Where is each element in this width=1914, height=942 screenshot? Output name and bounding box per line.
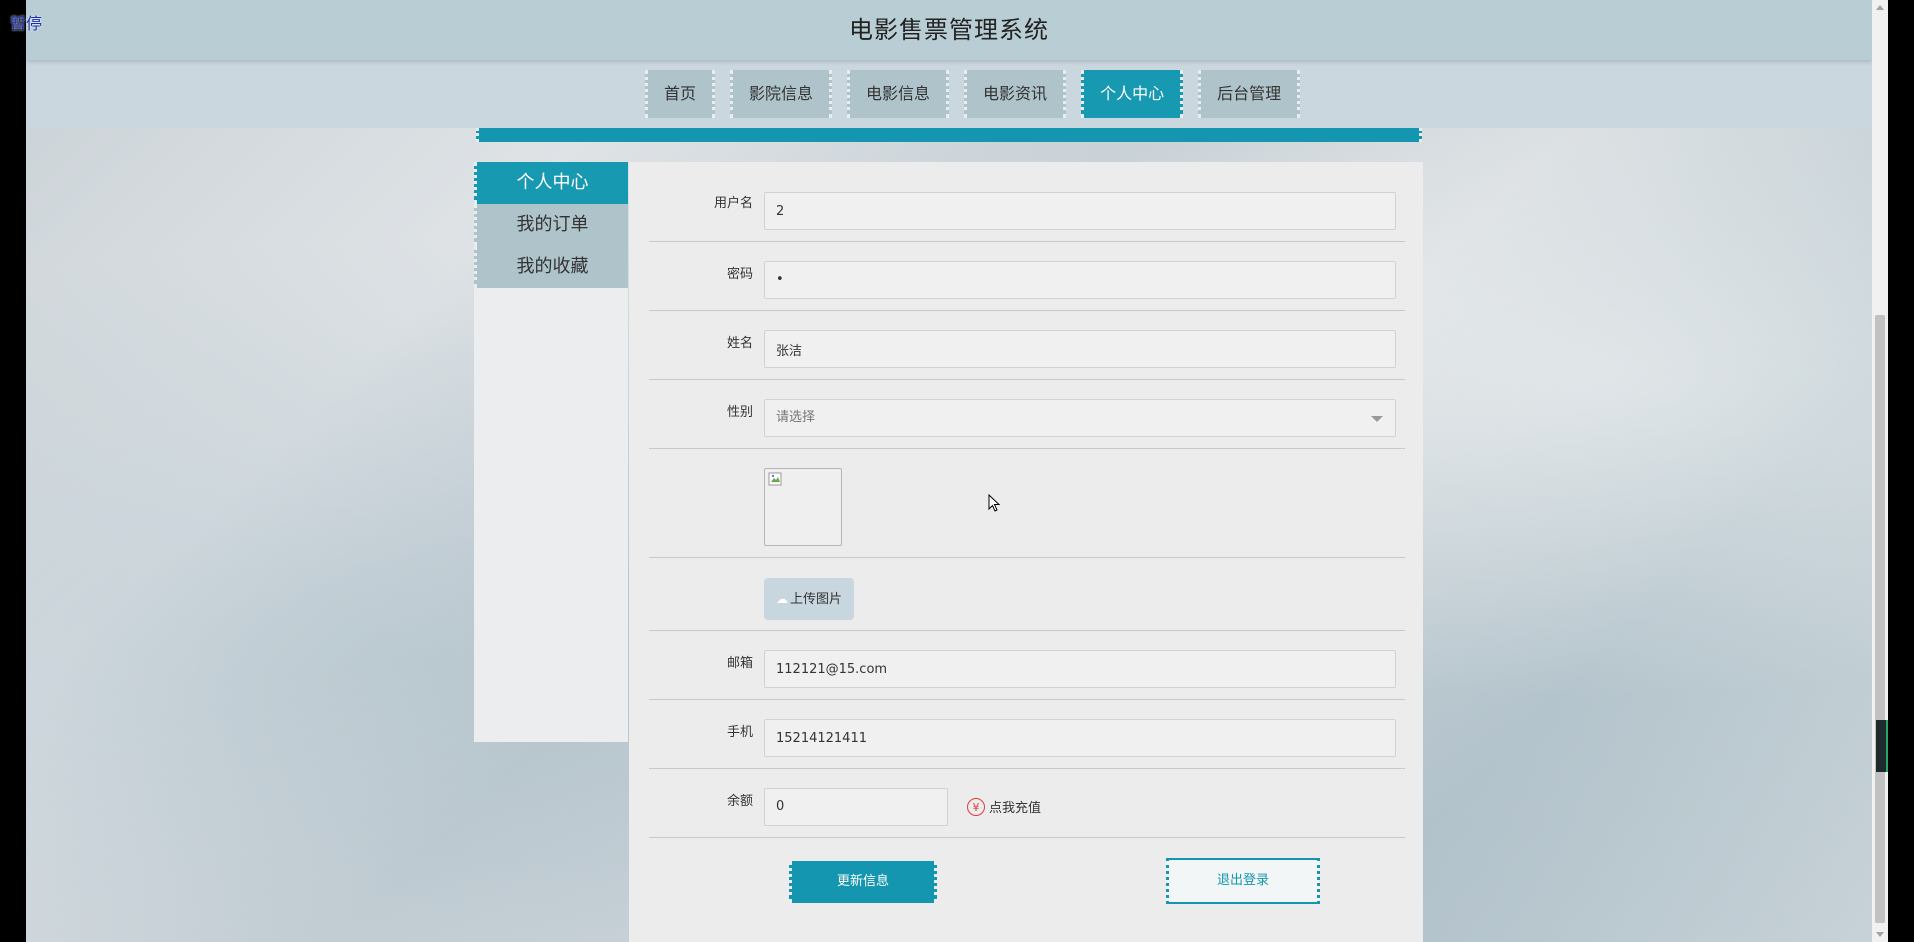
scrollbar-thumb[interactable] [1875,315,1885,923]
balance-label: 余额 [726,794,753,809]
mouse-cursor-icon [988,494,1000,512]
nav-item-movie-info[interactable]: 电影信息 [847,70,950,118]
nav-menu: 首页 影院信息 电影信息 电影资讯 个人中心 后台管理 [645,70,1301,118]
scroll-up-arrow-icon[interactable] [1876,5,1884,10]
scroll-down-arrow-icon[interactable] [1876,932,1884,937]
name-label: 姓名 [726,336,753,351]
sidebar-item-my-orders[interactable]: 我的订单 [474,204,628,246]
page-scrollbar[interactable] [1872,0,1888,942]
form-row-email: 邮箱 [649,630,1405,700]
email-label: 邮箱 [726,656,753,671]
form-row-balance: 余额 0 ¥ 点我充值 [649,768,1405,838]
form-row-phone: 手机 [649,699,1405,769]
phone-label: 手机 [726,725,753,740]
upload-image-button[interactable]: ☁ 上传图片 [764,578,854,620]
nav-item-personal-center[interactable]: 个人中心 [1081,70,1184,118]
form-row-name: 姓名 [649,310,1405,380]
site-header: 电影售票管理系统 [26,0,1872,60]
avatar-image [764,468,842,546]
password-label: 密码 [726,267,753,282]
recharge-label: 点我充值 [989,801,1042,816]
sidebar-item-personal-center[interactable]: 个人中心 [474,162,628,204]
logout-button[interactable]: 退出登录 [1166,858,1320,904]
section-divider-bar [476,128,1422,142]
upload-label: 上传图片 [789,592,842,607]
nav-item-admin[interactable]: 后台管理 [1198,70,1301,118]
gender-select-value: 请选择 [776,410,816,425]
yen-icon: ¥ [967,797,985,816]
site-title: 电影售票管理系统 [849,16,1049,44]
nav-item-cinema-info[interactable]: 影院信息 [730,70,833,118]
update-info-button[interactable]: 更新信息 [789,861,937,903]
name-input[interactable] [764,330,1396,368]
username-input[interactable] [764,192,1396,230]
nav-item-movie-news[interactable]: 电影资讯 [964,70,1067,118]
broken-image-icon [768,472,782,486]
gender-label: 性别 [726,405,753,420]
form-row-username: 用户名 [649,162,1405,242]
form-row-upload: ☁ 上传图片 [649,557,1405,631]
right-black-strip [1888,0,1914,942]
email-input[interactable] [764,650,1396,688]
main-navbar: 首页 影院信息 电影信息 电影资讯 个人中心 后台管理 [26,60,1872,128]
sidebar: 个人中心 我的订单 我的收藏 [474,162,628,742]
profile-form-panel: 用户名 密码 • 姓名 性别 请选择 [629,162,1423,942]
chevron-down-icon [1371,416,1383,422]
form-row-password: 密码 • [649,241,1405,311]
password-input[interactable]: • [764,261,1396,299]
pause-label[interactable]: 暂停 [10,10,42,34]
page-viewport: 电影售票管理系统 首页 影院信息 电影信息 电影资讯 个人中心 后台管理 个人中… [26,0,1872,942]
form-row-avatar [649,448,1405,558]
phone-input[interactable] [764,719,1396,757]
form-row-gender: 性别 请选择 [649,379,1405,449]
recharge-link[interactable]: ¥ 点我充值 [967,797,1041,816]
nav-item-home[interactable]: 首页 [645,70,716,118]
sidebar-item-my-favorites[interactable]: 我的收藏 [474,246,628,288]
gender-select[interactable]: 请选择 [764,399,1396,437]
cloud-upload-icon: ☁ [775,592,788,606]
balance-input[interactable]: 0 [764,788,948,826]
username-label: 用户名 [713,196,753,211]
